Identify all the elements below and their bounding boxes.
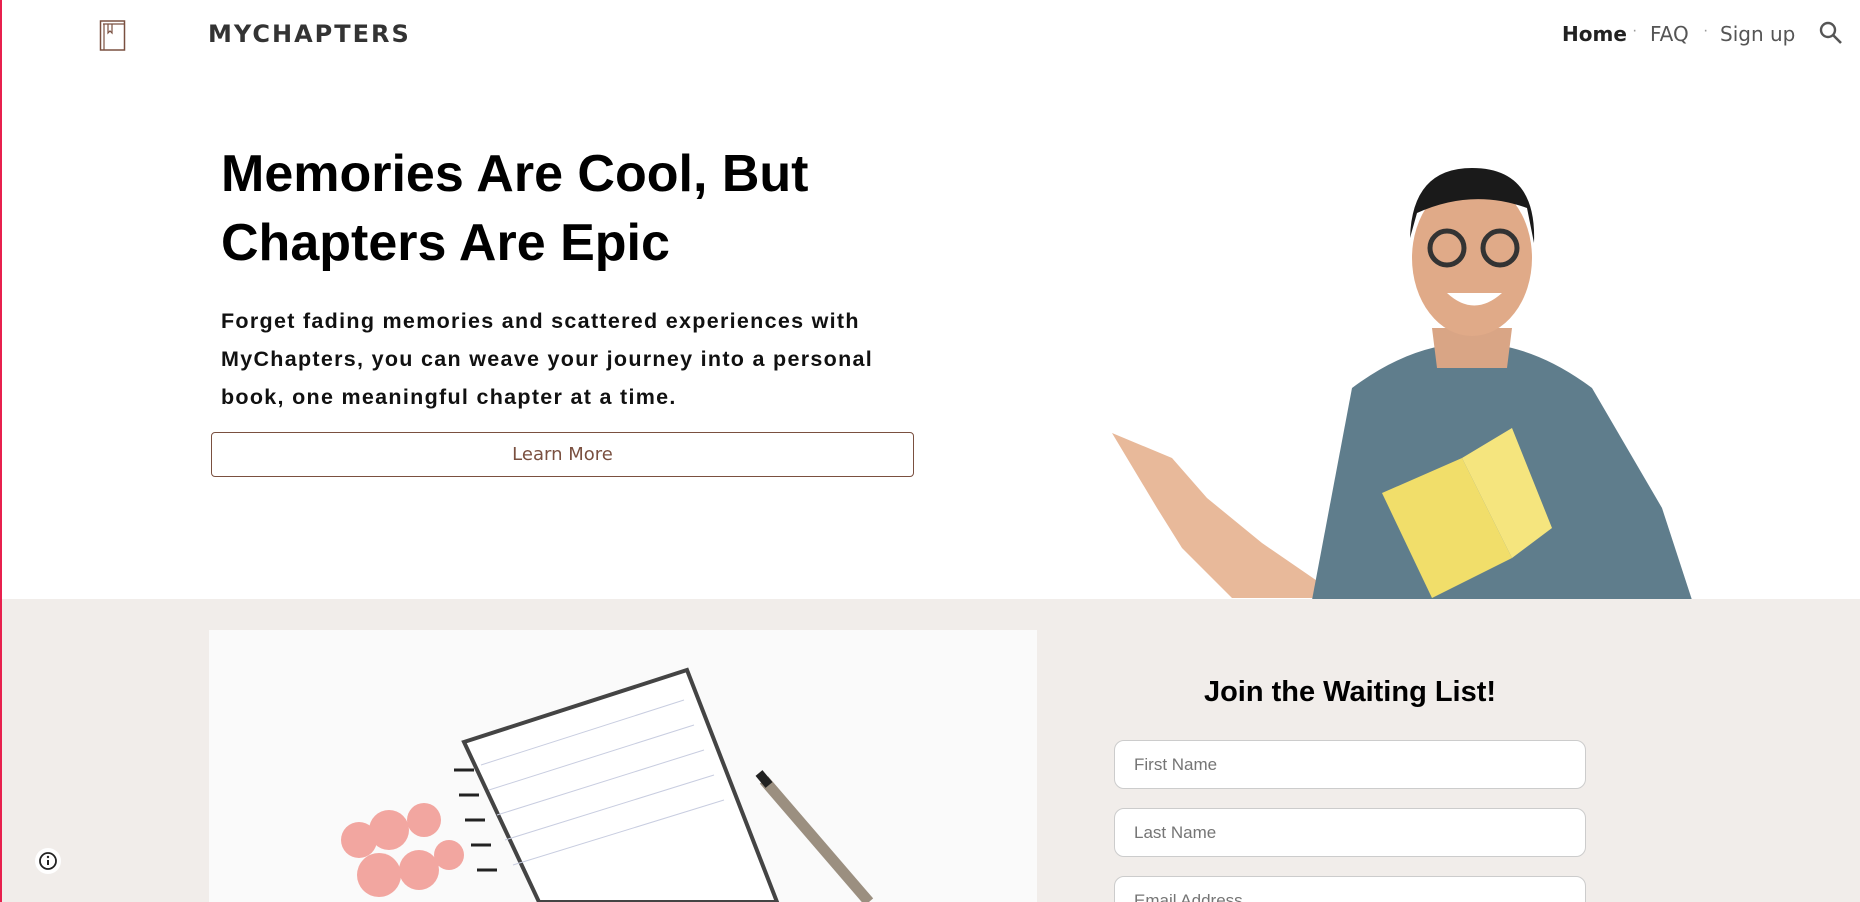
nav-separator: ·: [1632, 22, 1638, 39]
email-input[interactable]: [1114, 876, 1586, 902]
nav-sign-up[interactable]: Sign up: [1720, 22, 1795, 46]
site-title[interactable]: MYCHAPTERS: [208, 20, 411, 48]
info-icon[interactable]: [35, 848, 61, 874]
hero-title: Memories Are Cool, But Chapters Are Epic: [221, 145, 809, 272]
notebook-photo: [209, 630, 1037, 902]
nav-home[interactable]: Home: [1562, 22, 1627, 46]
hero-description: Forget fading memories and scattered exp…: [221, 309, 874, 409]
nav-faq[interactable]: FAQ: [1650, 22, 1689, 46]
first-name-input[interactable]: [1114, 740, 1586, 789]
book-icon[interactable]: [99, 19, 126, 51]
last-name-input[interactable]: [1114, 808, 1586, 857]
waitlist-title: Join the Waiting List!: [1203, 676, 1497, 708]
nav-separator: ·: [1703, 22, 1709, 39]
search-icon[interactable]: [1818, 20, 1844, 46]
hero-image-man-with-book: [1112, 168, 1692, 600]
learn-more-button[interactable]: Learn More: [211, 432, 914, 477]
